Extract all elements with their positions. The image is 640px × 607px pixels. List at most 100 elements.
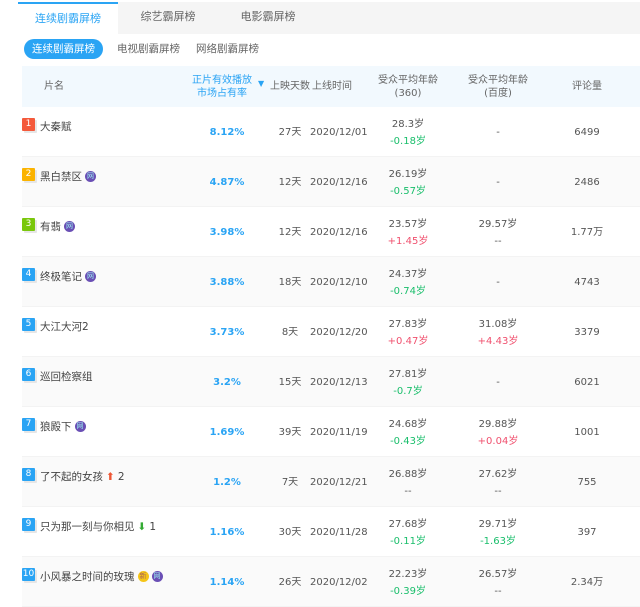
new-badge: 新 <box>137 571 149 582</box>
title-cell[interactable]: 大江大河2 <box>40 319 89 334</box>
age360-cell: 26.19岁 -0.57岁 <box>372 168 444 198</box>
age360-value: 27.68岁 <box>388 519 428 530</box>
days-cell: 12天 <box>278 227 302 238</box>
title-cell[interactable]: 终极笔记网 <box>40 269 96 284</box>
share-cell: 3.88% <box>209 277 245 288</box>
age360-value: 23.57岁 <box>388 219 428 230</box>
subtab-series[interactable]: 连续剧霸屏榜 <box>24 39 103 59</box>
age360-value: 26.19岁 <box>388 169 428 180</box>
agebd-value: 27.62岁 <box>478 469 518 480</box>
comments-cell: 2.34万 <box>570 577 604 588</box>
table-row[interactable]: 5 大江大河2 3.73% 8天 2020/12/20 27.83岁 +0.47岁… <box>22 307 640 357</box>
agebd-value: - <box>496 127 500 138</box>
table-row[interactable]: 1 大秦赋 8.12% 27天 2020/12/01 28.3岁 -0.18岁 -… <box>22 107 640 157</box>
date-cell: 2020/11/28 <box>310 527 368 538</box>
age360-cell: 22.23岁 -0.39岁 <box>372 568 444 598</box>
age360-cell: 24.68岁 -0.43岁 <box>372 418 444 448</box>
title-cell[interactable]: 巡回检察组 <box>40 369 93 384</box>
title-link[interactable]: 小风暴之时间的玫瑰 <box>40 569 135 584</box>
title-link[interactable]: 有翡 <box>40 219 61 234</box>
age360-value: 22.23岁 <box>388 569 428 580</box>
tab-movie[interactable]: 电影霸屏榜 <box>218 2 318 34</box>
share-cell: 1.2% <box>213 477 241 488</box>
table-header: 片名 正片有效播放 市场占有率 ▼ 上映天数 上线时间 受众平均年龄 (360) 受… <box>22 66 640 107</box>
header-days: 上映天数 <box>270 81 310 92</box>
table-row[interactable]: 8 了不起的女孩 ⬆ 2 1.2% 7天 2020/12/21 26.88岁 -- 2… <box>22 457 640 507</box>
subtab-tv[interactable]: 电视剧霸屏榜 <box>109 39 188 59</box>
agebd-value: - <box>496 277 500 288</box>
header-name: 片名 <box>44 81 64 92</box>
title-cell[interactable]: 了不起的女孩 ⬆ 2 <box>40 469 125 484</box>
age360-value: 27.83岁 <box>388 319 428 330</box>
agebd-cell: 31.08岁 +4.43岁 <box>462 318 534 348</box>
comments-cell: 3379 <box>574 327 600 338</box>
title-cell[interactable]: 只为那一刻与你相见 ⬇ 1 <box>40 519 156 534</box>
agebd-cell: 29.57岁 -- <box>462 218 534 248</box>
share-cell: 1.14% <box>209 577 245 588</box>
share-cell: 1.16% <box>209 527 245 538</box>
title-cell[interactable]: 黑白禁区网 <box>40 169 96 184</box>
agebd-value: - <box>496 377 500 388</box>
title-link[interactable]: 黑白禁区 <box>40 169 82 184</box>
share-cell: 3.98% <box>209 227 245 238</box>
trend-value: 2 <box>117 470 125 483</box>
table-row[interactable]: 2 黑白禁区网 4.87% 12天 2020/12/16 26.19岁 -0.57… <box>22 157 640 207</box>
age360-cell: 24.37岁 -0.74岁 <box>372 268 444 298</box>
days-cell: 39天 <box>278 427 302 438</box>
age360-change: -0.43岁 <box>390 436 426 447</box>
table-row[interactable]: 3 有翡网 3.98% 12天 2020/12/16 23.57岁 +1.45岁 … <box>22 207 640 257</box>
days-cell: 26天 <box>278 577 302 588</box>
share-cell: 3.2% <box>213 377 241 388</box>
agebd-cell: 26.57岁 -- <box>462 568 534 598</box>
age360-cell: 27.68岁 -0.11岁 <box>372 518 444 548</box>
subtab-web[interactable]: 网络剧霸屏榜 <box>188 39 267 59</box>
title-cell[interactable]: 大秦赋 <box>40 119 72 134</box>
title-cell[interactable]: 有翡网 <box>40 219 75 234</box>
header-share[interactable]: 正片有效播放 市场占有率 <box>187 74 257 100</box>
date-cell: 2020/12/21 <box>310 477 368 488</box>
tab-series[interactable]: 连续剧霸屏榜 <box>18 2 118 34</box>
agebd-change: -- <box>494 586 502 597</box>
age360-change: -0.18岁 <box>390 136 426 147</box>
age360-cell: 27.81岁 -0.7岁 <box>372 368 444 398</box>
age360-cell: 28.3岁 -0.18岁 <box>372 118 444 148</box>
rank-badge: 2 <box>22 168 35 181</box>
age360-change: -0.57岁 <box>390 186 426 197</box>
comments-cell: 6021 <box>574 377 600 388</box>
share-cell: 8.12% <box>209 127 245 138</box>
title-link[interactable]: 狼殿下 <box>40 419 72 434</box>
title-link[interactable]: 了不起的女孩 <box>40 469 103 484</box>
title-link[interactable]: 大江大河2 <box>40 319 89 334</box>
header-agebd-line1: 受众平均年龄 <box>468 75 528 86</box>
table-row[interactable]: 4 终极笔记网 3.88% 18天 2020/12/10 24.37岁 -0.74… <box>22 257 640 307</box>
age360-change: +0.47岁 <box>387 336 429 347</box>
title-link[interactable]: 终极笔记 <box>40 269 82 284</box>
days-cell: 27天 <box>278 127 302 138</box>
web-badge: 网 <box>64 221 75 232</box>
age360-value: 24.37岁 <box>388 269 428 280</box>
tab-variety[interactable]: 综艺霸屏榜 <box>118 2 218 34</box>
comments-cell: 2486 <box>574 177 600 188</box>
sort-down-icon[interactable]: ▼ <box>258 77 264 90</box>
age360-cell: 23.57岁 +1.45岁 <box>372 218 444 248</box>
title-link[interactable]: 巡回检察组 <box>40 369 93 384</box>
title-cell[interactable]: 狼殿下网 <box>40 419 86 434</box>
title-link[interactable]: 只为那一刻与你相见 <box>40 519 135 534</box>
trend-value: 1 <box>149 520 156 533</box>
share-cell: 4.87% <box>209 177 245 188</box>
table-row[interactable]: 9 只为那一刻与你相见 ⬇ 1 1.16% 30天 2020/11/28 27.68… <box>22 507 640 557</box>
table-row[interactable]: 6 巡回检察组 3.2% 15天 2020/12/13 27.81岁 -0.7岁 … <box>22 357 640 407</box>
title-cell[interactable]: 小风暴之时间的玫瑰新网 <box>40 569 163 584</box>
rank-badge: 4 <box>22 268 35 281</box>
date-cell: 2020/12/16 <box>310 227 368 238</box>
header-age360: 受众平均年龄 (360) <box>372 74 444 100</box>
date-cell: 2020/12/13 <box>310 377 368 388</box>
agebd-cell: - <box>462 126 534 143</box>
age360-value: 27.81岁 <box>388 369 428 380</box>
agebd-value: 31.08岁 <box>478 319 518 330</box>
table-row[interactable]: 7 狼殿下网 1.69% 39天 2020/11/19 24.68岁 -0.43岁… <box>22 407 640 457</box>
agebd-change: +0.04岁 <box>477 436 519 447</box>
agebd-value: 29.71岁 <box>478 519 518 530</box>
title-link[interactable]: 大秦赋 <box>40 119 72 134</box>
date-cell: 2020/12/02 <box>310 577 368 588</box>
